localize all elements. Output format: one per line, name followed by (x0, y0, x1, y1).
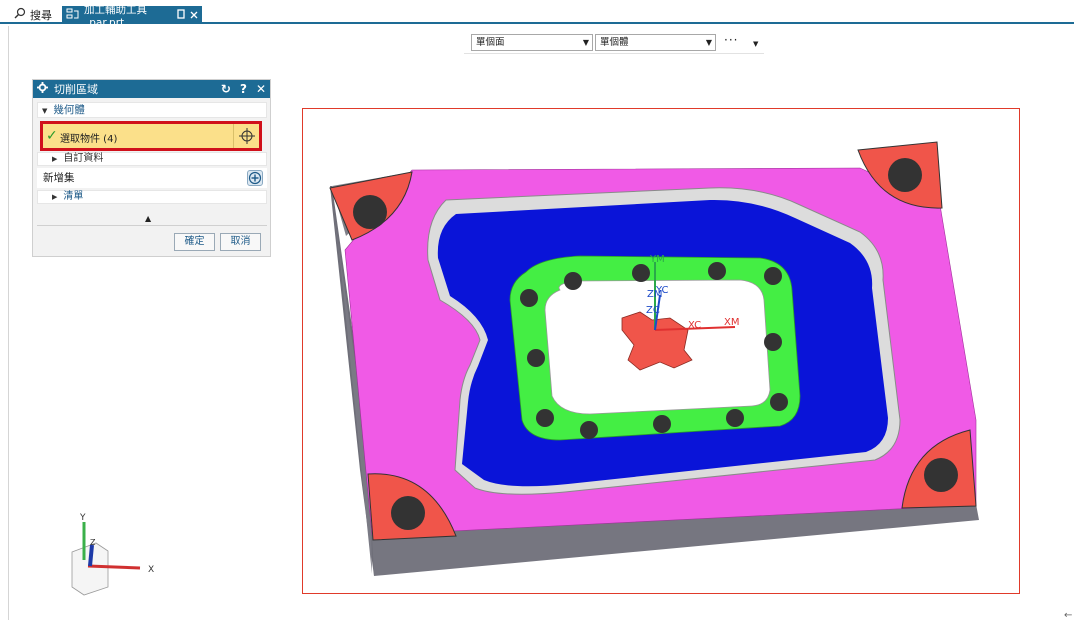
part-model-viewport[interactable]: YM ZM YC ZC XC XM (0, 0, 1074, 625)
rib-hole (527, 349, 545, 367)
zc-label: ZC (646, 305, 660, 316)
corner-hole-bottom-right (924, 458, 958, 492)
rib-hole (520, 289, 538, 307)
xm-label: XM (724, 317, 739, 328)
rib-hole (653, 415, 671, 433)
rib-hole (580, 421, 598, 439)
corner-hole-top-right (888, 158, 922, 192)
corner-hole-bottom-left (391, 496, 425, 530)
rib-hole (764, 267, 782, 285)
rib-hole (770, 393, 788, 411)
xc-label: XC (688, 320, 701, 331)
rib-hole (764, 333, 782, 351)
yc-label: YC (655, 285, 669, 296)
rib-hole (726, 409, 744, 427)
rib-hole (708, 262, 726, 280)
rib-hole (536, 409, 554, 427)
ym-label: YM (649, 254, 665, 265)
back-arrow-icon[interactable]: ← (1064, 610, 1072, 621)
rib-hole (564, 272, 582, 290)
app-window: 搜尋 加工輔助工具_par.prt 單個面 ▼ 單個體 ▼ ··· ▼ 切削區域… (0, 0, 1074, 625)
corner-hole-top-left (353, 195, 387, 229)
rib-hole (632, 264, 650, 282)
